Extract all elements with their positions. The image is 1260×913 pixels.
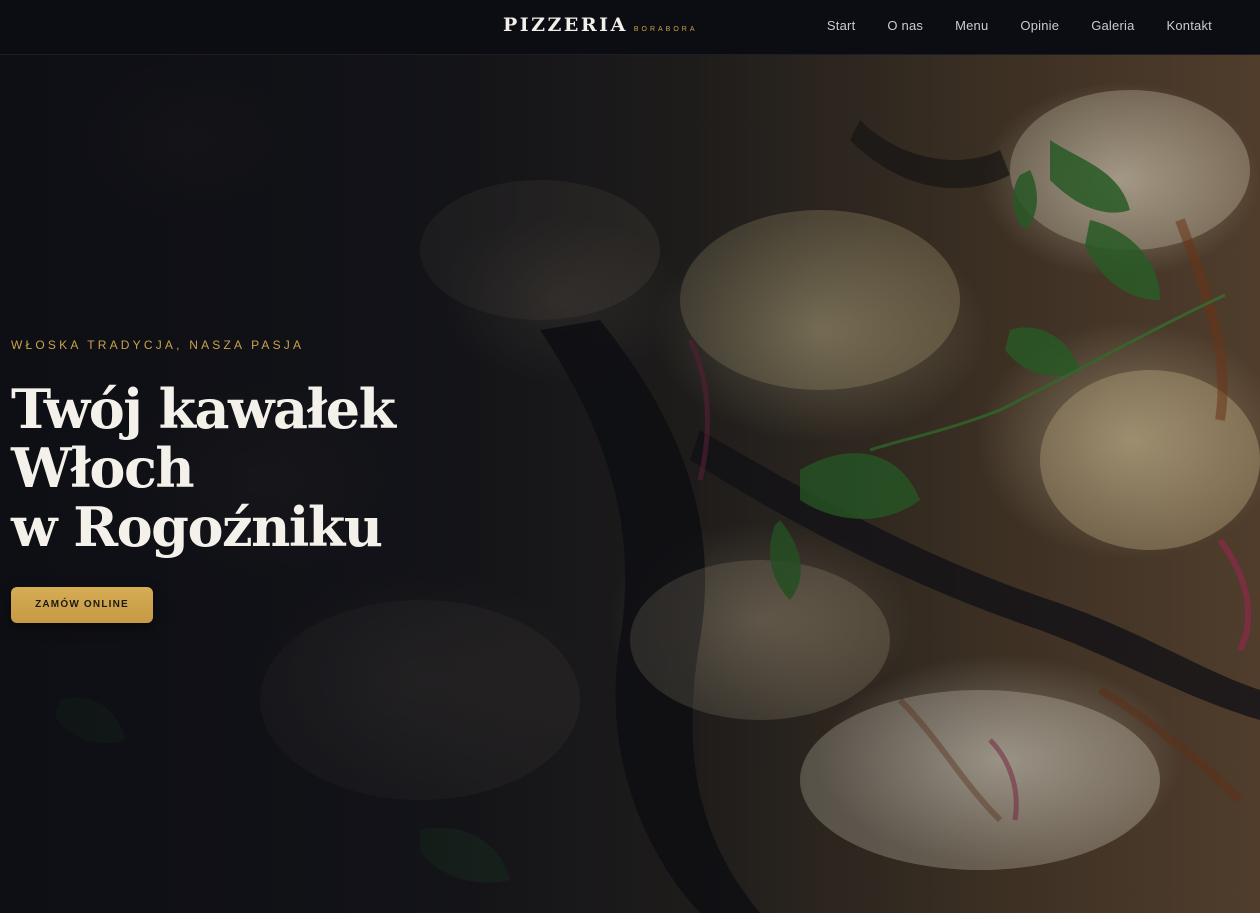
nav-item-kontakt[interactable]: Kontakt <box>1167 18 1213 33</box>
nav-item-galeria[interactable]: Galeria <box>1091 18 1134 33</box>
logo-sub-text: BORABORA <box>633 26 698 33</box>
site-header: PIZZERIA BORABORA Start O nas Menu Opini… <box>0 0 1260 55</box>
hero-headline: Twój kawałek Włoch w Rogoźniku <box>11 377 396 559</box>
nav-item-start[interactable]: Start <box>827 18 855 33</box>
hero-content: WŁOSKA TRADYCJA, NASZA PASJA Twój kawałe… <box>11 338 396 623</box>
site-logo[interactable]: PIZZERIA BORABORA <box>503 14 698 36</box>
headline-line-2: Włoch <box>11 436 195 500</box>
headline-line-3: w Rogoźniku <box>11 495 383 559</box>
headline-line-1: Twój kawałek <box>11 377 396 441</box>
main-nav: Start O nas Menu Opinie Galeria Kontakt <box>827 18 1212 33</box>
nav-item-o-nas[interactable]: O nas <box>887 18 923 33</box>
page: PIZZERIA BORABORA Start O nas Menu Opini… <box>0 0 1260 913</box>
logo-main-text: PIZZERIA <box>503 14 628 36</box>
nav-item-opinie[interactable]: Opinie <box>1020 18 1059 33</box>
hero-eyebrow: WŁOSKA TRADYCJA, NASZA PASJA <box>11 338 305 352</box>
order-online-button[interactable]: ZAMÓW ONLINE <box>11 587 153 623</box>
nav-item-menu[interactable]: Menu <box>955 18 988 33</box>
